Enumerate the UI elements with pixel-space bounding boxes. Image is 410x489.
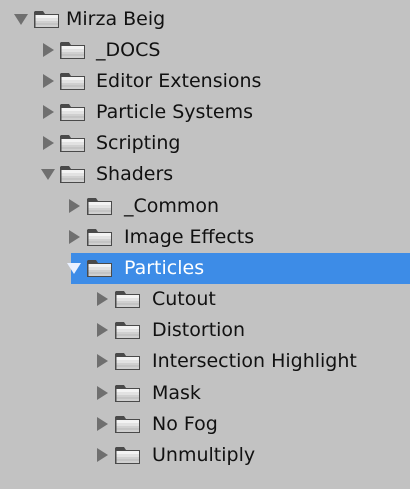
- tree-item-label: Particle Systems: [96, 101, 253, 123]
- folder-icon: [59, 71, 86, 92]
- tree-item-shaders[interactable]: Shaders: [0, 159, 410, 190]
- tree-item-label: Image Effects: [124, 226, 255, 248]
- folder-icon: [59, 164, 86, 185]
- triangle-right-icon[interactable]: [97, 323, 108, 337]
- tree-item-label: Shaders: [96, 163, 174, 185]
- tree-item-particle-systems[interactable]: Particle Systems: [0, 97, 410, 128]
- project-tree: Mirza Beig _DOCS Editor Extensions Particle…: [0, 0, 410, 489]
- tree-item-mirza-beig[interactable]: Mirza Beig: [0, 4, 410, 35]
- triangle-right-icon[interactable]: [97, 354, 108, 368]
- folder-icon: [59, 40, 86, 61]
- folder-icon: [114, 289, 141, 310]
- folder-icon: [114, 320, 141, 341]
- triangle-right-icon[interactable]: [97, 386, 108, 400]
- triangle-right-icon[interactable]: [43, 43, 54, 57]
- tree-item-distortion[interactable]: Distortion: [0, 315, 410, 346]
- tree-item-label: No Fog: [152, 413, 218, 435]
- tree-item-image-effects[interactable]: Image Effects: [0, 222, 410, 253]
- triangle-right-icon[interactable]: [97, 292, 108, 306]
- triangle-right-icon[interactable]: [43, 105, 54, 119]
- folder-icon: [59, 102, 86, 123]
- tree-item-label: _DOCS: [96, 39, 161, 61]
- tree-item-label: Distortion: [152, 319, 246, 341]
- tree-item-editor-extensions[interactable]: Editor Extensions: [0, 66, 410, 97]
- tree-item-label: Cutout: [152, 288, 216, 310]
- folder-icon: [86, 258, 113, 279]
- tree-item-label: Unmultiply: [152, 444, 256, 466]
- tree-item-intersection-highlight[interactable]: Intersection Highlight: [0, 346, 410, 377]
- triangle-right-icon[interactable]: [43, 74, 54, 88]
- folder-icon: [114, 445, 141, 466]
- folder-icon: [86, 196, 113, 217]
- tree-item-label: Mirza Beig: [66, 8, 166, 30]
- triangle-right-icon[interactable]: [69, 230, 80, 244]
- triangle-right-icon[interactable]: [69, 199, 80, 213]
- triangle-down-icon[interactable]: [67, 263, 81, 274]
- tree-item-cutout[interactable]: Cutout: [0, 284, 410, 315]
- folder-icon: [114, 414, 141, 435]
- tree-item-label: _Common: [124, 195, 220, 217]
- tree-item-particles[interactable]: Particles: [67, 253, 410, 284]
- tree-item-label: Mask: [152, 382, 201, 404]
- folder-icon: [86, 227, 113, 248]
- triangle-down-icon[interactable]: [14, 14, 28, 25]
- tree-item-scripting[interactable]: Scripting: [0, 128, 410, 159]
- tree-item-docs[interactable]: _DOCS: [0, 35, 410, 66]
- tree-item-label: Intersection Highlight: [152, 350, 357, 372]
- tree-item-label: Scripting: [96, 132, 181, 154]
- tree-item-common[interactable]: _Common: [0, 191, 410, 222]
- triangle-down-icon[interactable]: [41, 169, 55, 180]
- triangle-right-icon[interactable]: [97, 417, 108, 431]
- tree-item-label: Particles: [124, 257, 205, 279]
- tree-item-unmultiply[interactable]: Unmultiply: [0, 440, 410, 471]
- tree-item-mask[interactable]: Mask: [0, 378, 410, 409]
- folder-icon: [59, 133, 86, 154]
- folder-icon: [114, 383, 141, 404]
- folder-icon: [33, 9, 60, 30]
- triangle-right-icon[interactable]: [97, 448, 108, 462]
- folder-icon: [114, 351, 141, 372]
- tree-item-no-fog[interactable]: No Fog: [0, 409, 410, 440]
- tree-item-label: Editor Extensions: [96, 70, 262, 92]
- triangle-right-icon[interactable]: [43, 136, 54, 150]
